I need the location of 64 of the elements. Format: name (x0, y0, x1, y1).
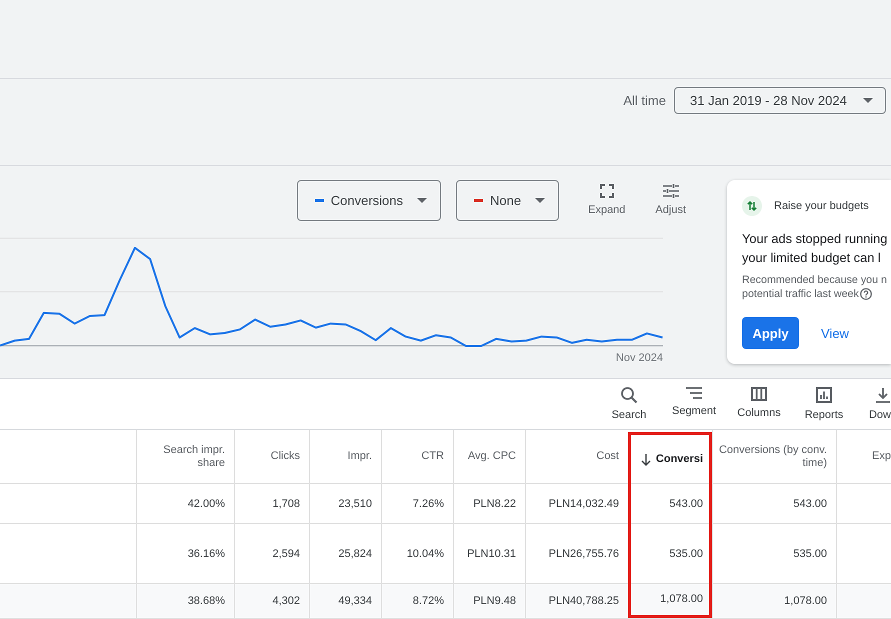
column-header[interactable]: Exp (836, 430, 891, 484)
sliders-icon (662, 184, 679, 198)
columns-icon (751, 387, 767, 401)
recommendation-text: Your ads stopped running your limited budget can l (742, 230, 888, 267)
column-header[interactable]: Impr. (309, 430, 381, 484)
expand-button[interactable]: Expand (588, 180, 626, 217)
arrow-down-icon (640, 454, 651, 466)
table-cell-text: 1,078.00 (659, 592, 704, 606)
table-cell: 8.72% (381, 584, 453, 619)
table-cell: 4,302 (234, 584, 309, 619)
adjust-button[interactable]: Adjust (655, 180, 686, 217)
help-icon[interactable] (860, 288, 872, 300)
table-cell: 2,594 (234, 524, 309, 584)
column-header[interactable]: Conversions (by conv. time) (712, 430, 836, 484)
search-button[interactable]: Search (599, 379, 659, 429)
table-cell: 23,510 (309, 484, 381, 524)
up-down-arrows-icon (742, 196, 762, 216)
view-button[interactable]: View (821, 326, 849, 340)
table-cell: 10.04% (381, 524, 453, 584)
column-header[interactable]: Avg. CPC (453, 430, 525, 484)
date-range-select[interactable]: 31 Jan 2019 - 28 Nov 2024 (674, 87, 886, 114)
table-cell: 543.00 (712, 484, 836, 524)
bar-chart-icon (816, 387, 832, 403)
table-cell: PLN9.48 (453, 584, 525, 619)
table-cell-text: 535.00 (668, 546, 704, 562)
table-cell: 7.26% (381, 484, 453, 524)
columns-button[interactable]: Columns (729, 379, 789, 429)
table-cell: PLN14,032.49 (525, 484, 628, 524)
table-cell: 535.00 (712, 524, 836, 584)
table-cell: PLN26,755.76 (525, 524, 628, 584)
caret-icon (417, 198, 428, 203)
search-icon (621, 387, 637, 403)
column-header[interactable]: Search impr. share (136, 430, 234, 484)
segment-button[interactable]: Segment (664, 379, 724, 429)
axis-label: Nov 2024 (616, 351, 663, 365)
table-cell: 49,334 (309, 584, 381, 619)
column-header[interactable]: CTR (381, 430, 453, 484)
table-cell: 36.16% (136, 524, 234, 584)
download-icon (875, 387, 891, 403)
table-cell: 25,824 (309, 524, 381, 584)
metric-select[interactable]: None (456, 180, 560, 221)
reports-button[interactable]: Reports (794, 379, 854, 429)
recommendation-note: potential traffic last week (742, 287, 859, 301)
table-cell: 38.68% (136, 584, 234, 619)
column-header[interactable]: Cost (525, 430, 628, 484)
table-cell: 1,078.00 (712, 584, 836, 619)
table-cell: PLN10.31 (453, 524, 525, 584)
table-cell: PLN8.22 (453, 484, 525, 524)
caret-icon (863, 98, 873, 103)
table-cell: PLN40,788.25 (525, 584, 628, 619)
recommendation-note: Recommended because you n (742, 273, 887, 287)
download-button[interactable]: Dow (866, 379, 891, 429)
table-cell: 1,708 (234, 484, 309, 524)
date-range-label: All time (623, 92, 666, 110)
expand-icon (600, 184, 614, 198)
metric-select[interactable]: Conversions (296, 180, 442, 221)
recommendation-title: Raise your budgets (774, 200, 869, 212)
column-header[interactable]: Conversi (632, 436, 708, 484)
table-cell: 42.00% (136, 484, 234, 524)
apply-button[interactable]: Apply (742, 317, 799, 349)
caret-icon (535, 198, 546, 203)
table-cell-text: 543.00 (668, 496, 704, 512)
lines-icon (686, 387, 702, 399)
column-header[interactable]: Clicks (234, 430, 309, 484)
